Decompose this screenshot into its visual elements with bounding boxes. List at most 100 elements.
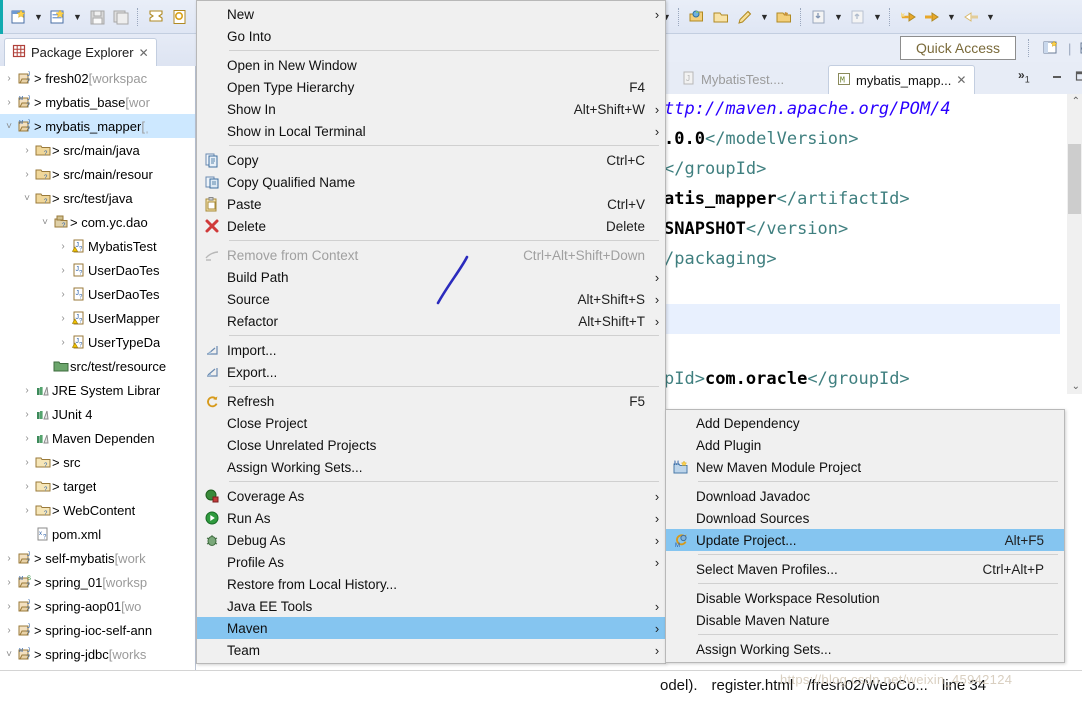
menu-item-select-maven-profiles[interactable]: Select Maven Profiles... Ctrl+Alt+P (666, 558, 1064, 580)
expand-twisty-icon[interactable]: › (20, 145, 34, 156)
open-folder-icon[interactable] (710, 6, 732, 28)
new-java-class-icon[interactable] (47, 6, 69, 28)
menu-item-copy[interactable]: Copy Ctrl+C (197, 149, 665, 171)
minimize-icon[interactable] (1050, 70, 1064, 85)
tree-item[interactable]: › JRE System Librar (0, 378, 195, 402)
menu-item-profile-as[interactable]: Profile As › (197, 551, 665, 573)
menu-item-restore-from-local-history[interactable]: Restore from Local History... (197, 573, 665, 595)
expand-twisty-icon[interactable]: › (2, 601, 16, 612)
external-tools-icon[interactable] (773, 6, 795, 28)
menu-item-assign-working-sets[interactable]: Assign Working Sets... (666, 638, 1064, 660)
tree-item[interactable]: › M S? > spring_01 [worksp (0, 570, 195, 594)
close-icon[interactable]: ✕ (139, 46, 149, 60)
tree-item[interactable]: ›?> src/main/java (0, 138, 195, 162)
expand-twisty-icon[interactable]: › (2, 553, 16, 564)
expand-twisty-icon[interactable]: › (2, 625, 16, 636)
tree-item[interactable]: › Maven Dependen (0, 426, 195, 450)
menu-item-debug-as[interactable]: Debug As › (197, 529, 665, 551)
new-perspective-icon[interactable] (1040, 37, 1062, 59)
pom-editor-code[interactable]: ttp://maven.apache.org/POM/4 .0.0</modelV… (660, 94, 1060, 394)
editor-tab-pom[interactable]: M mybatis_mapp... ✕ (828, 65, 976, 94)
menu-item-add-dependency[interactable]: Add Dependency (666, 412, 1064, 434)
collapse-twisty-icon[interactable]: ˅ (20, 193, 34, 204)
maximize-icon[interactable] (1074, 70, 1082, 85)
expand-twisty-icon[interactable]: › (56, 241, 70, 252)
java-perspective-icon[interactable] (1077, 37, 1082, 59)
menu-item-disable-workspace-resolution[interactable]: Disable Workspace Resolution (666, 587, 1064, 609)
menu-item-refactor[interactable]: Refactor Alt+Shift+T › (197, 310, 665, 332)
tree-item[interactable]: ›? > src/main/resour (0, 162, 195, 186)
menu-item-run-as[interactable]: Run As › (197, 507, 665, 529)
expand-twisty-icon[interactable]: › (56, 265, 70, 276)
back-nav-icon[interactable] (897, 6, 919, 28)
close-icon[interactable]: ✕ (956, 73, 966, 87)
menu-item-team[interactable]: Team › (197, 639, 665, 661)
menu-item-coverage-as[interactable]: Coverage As › (197, 485, 665, 507)
tree-item[interactable]: src/test/resource (0, 354, 195, 378)
menu-item-disable-maven-nature[interactable]: Disable Maven Nature (666, 609, 1064, 631)
forward-dropdown-caret[interactable]: ▼ (984, 7, 997, 27)
menu-item-add-plugin[interactable]: Add Plugin (666, 434, 1064, 456)
menu-item-delete[interactable]: Delete Delete (197, 215, 665, 237)
collapse-twisty-icon[interactable]: ˅ (38, 217, 52, 228)
project-context-menu[interactable]: New › Go Into Open in New Window Open Type H… (196, 0, 666, 664)
new-wizard-icon[interactable] (8, 6, 30, 28)
expand-twisty-icon[interactable]: › (56, 313, 70, 324)
expand-twisty-icon[interactable]: › (2, 73, 16, 84)
scroll-up-icon[interactable]: ⌃ (1072, 96, 1080, 107)
menu-item-download-javadoc[interactable]: Download Javadoc (666, 485, 1064, 507)
expand-twisty-icon[interactable]: › (20, 505, 34, 516)
scroll-down-icon[interactable]: ⌄ (1072, 381, 1080, 392)
menu-item-close-unrelated-projects[interactable]: Close Unrelated Projects (197, 434, 665, 456)
expand-twisty-icon[interactable]: › (2, 97, 16, 108)
menu-item-open-type-hierarchy[interactable]: Open Type Hierarchy F4 (197, 76, 665, 98)
tree-item[interactable]: ›? > target (0, 474, 195, 498)
tree-item[interactable]: ˅ M J? > mybatis_mapper [ˌ (0, 114, 195, 138)
menu-item-copy-qualified-name[interactable]: Copy Qualified Name (197, 171, 665, 193)
tree-item[interactable]: ˅? > src/test/java (0, 186, 195, 210)
menu-item-new[interactable]: New › (197, 3, 665, 25)
tree-item[interactable]: › J? > spring-aop01 [wo (0, 594, 195, 618)
open-task-icon[interactable] (145, 6, 167, 28)
menu-item-import[interactable]: Import... (197, 339, 665, 361)
menu-item-assign-working-sets[interactable]: Assign Working Sets... (197, 456, 665, 478)
tree-item[interactable]: › M J? > mybatis_base [wor (0, 90, 195, 114)
quick-access-input[interactable]: Quick Access (900, 36, 1016, 60)
editor-overflow-indicator[interactable]: »1 (1018, 68, 1030, 84)
save-all-icon[interactable] (110, 6, 132, 28)
collapse-twisty-icon[interactable]: ˅ (2, 121, 16, 132)
import-dropdown-caret[interactable]: ▼ (832, 7, 845, 27)
menu-item-refresh[interactable]: Refresh F5 (197, 390, 665, 412)
menu-item-download-sources[interactable]: Download Sources (666, 507, 1064, 529)
tree-item[interactable]: › JUnit 4 (0, 402, 195, 426)
expand-twisty-icon[interactable]: › (56, 289, 70, 300)
tree-item[interactable]: › J? UserTypeDa (0, 330, 195, 354)
import-icon[interactable] (808, 6, 830, 28)
menu-item-export[interactable]: Export... (197, 361, 665, 383)
editor-tab-mybatistest[interactable]: J MybatisTest.... (674, 65, 792, 94)
open-type-icon[interactable] (169, 6, 191, 28)
menu-item-go-into[interactable]: Go Into (197, 25, 665, 47)
menu-item-update-project[interactable]: M Update Project... Alt+F5 (666, 529, 1064, 551)
menu-item-java-ee-tools[interactable]: Java EE Tools › (197, 595, 665, 617)
menu-item-build-path[interactable]: Build Path › (197, 266, 665, 288)
save-icon[interactable] (86, 6, 108, 28)
back-dropdown-caret[interactable]: ▼ (945, 7, 958, 27)
tree-item[interactable]: › J? UserMapper (0, 306, 195, 330)
export-dropdown-caret[interactable]: ▼ (871, 7, 884, 27)
new-dropdown-caret[interactable]: ▼ (32, 7, 45, 27)
expand-twisty-icon[interactable]: › (20, 457, 34, 468)
back-arrow-icon[interactable] (921, 6, 943, 28)
tree-item[interactable]: x? pom.xml (0, 522, 195, 546)
menu-item-open-in-new-window[interactable]: Open in New Window (197, 54, 665, 76)
tab-package-explorer[interactable]: Package Explorer ✕ (4, 38, 157, 66)
edit-icon[interactable] (734, 6, 756, 28)
expand-twisty-icon[interactable]: › (20, 385, 34, 396)
menu-item-paste[interactable]: Paste Ctrl+V (197, 193, 665, 215)
tree-item[interactable]: ˅ M J? > spring-jdbc [works (0, 642, 195, 666)
tree-item[interactable]: › J? UserDaoTes (0, 282, 195, 306)
new-java-dropdown-caret[interactable]: ▼ (71, 7, 84, 27)
expand-twisty-icon[interactable]: › (20, 433, 34, 444)
expand-twisty-icon[interactable]: › (20, 409, 34, 420)
scrollbar-thumb[interactable] (1068, 144, 1081, 214)
